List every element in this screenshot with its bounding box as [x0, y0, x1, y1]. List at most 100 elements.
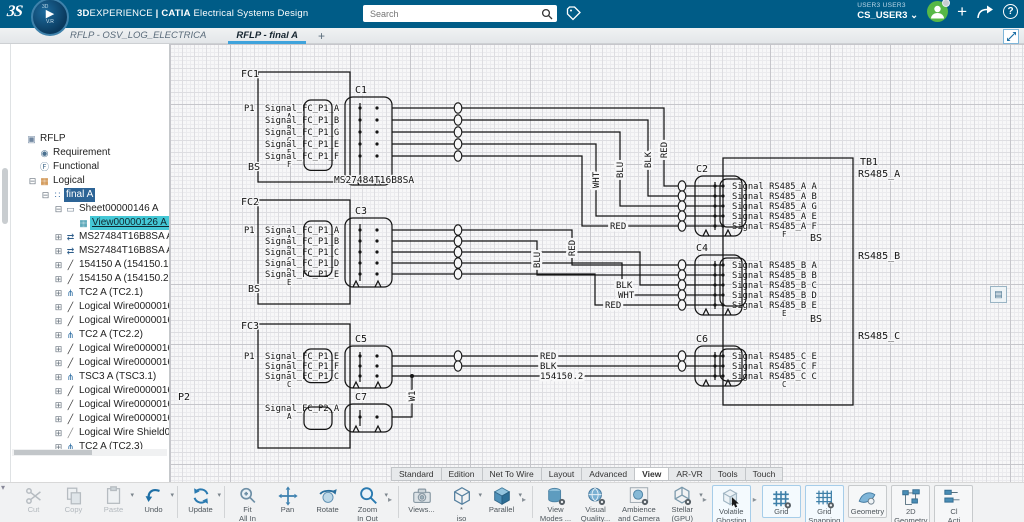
wire[interactable] [392, 263, 723, 295]
tree-item[interactable]: ⊞⇄MS27484T16B8SA A (MS27484T [12, 230, 169, 244]
tree-item[interactable]: ⊞⋔TC2 A (TC2.1) [12, 286, 169, 300]
zoom-in-out-button[interactable]: ▾ZoomIn Out [348, 485, 387, 522]
wire[interactable] [392, 144, 723, 216]
search-icon[interactable] [541, 8, 553, 20]
tree-toggle-icon[interactable]: ⊞ [53, 328, 64, 342]
workbench-tab-tools[interactable]: Tools [711, 467, 746, 481]
tree-toggle-icon[interactable]: ⊞ [53, 412, 64, 426]
tree-item[interactable]: ⊞╱154150 A (154150.2-30-BLU) [12, 272, 169, 286]
wire[interactable] [392, 252, 723, 285]
avatar[interactable] [927, 1, 948, 22]
ambience-and-camera-button[interactable]: Ambienceand Camera [616, 485, 662, 522]
tree-item[interactable]: ⊞╱Logical Wire00000165 A (TC2.2-3 [12, 342, 169, 356]
stellar-gpu-button[interactable]: ▾Stellar(GPU) [663, 485, 702, 522]
tree-item[interactable]: ⊞╱Logical Wire00000163 A (TC2.1-3 [12, 300, 169, 314]
workbench-tab-edition[interactable]: Edition [442, 467, 483, 481]
tree-toggle-icon[interactable]: ⊞ [53, 370, 64, 384]
toolbar-flyout-chevron-icon[interactable]: ▸ [388, 495, 395, 504]
tree-item[interactable]: ▣RFLP [12, 132, 169, 146]
volatile-ghosting-button[interactable]: VolatileGhosting [712, 485, 751, 522]
wire[interactable] [392, 230, 723, 265]
tree-vertical-scrollbar[interactable] [0, 44, 11, 482]
tree-horizontal-scrollbar[interactable] [12, 449, 167, 456]
tree-item[interactable]: ▦View00000126 A (View00000 [12, 216, 169, 230]
tag-icon[interactable] [565, 5, 582, 22]
fit-all-in-button[interactable]: FitAll In [228, 485, 267, 522]
copy-button[interactable]: Copy [54, 485, 93, 515]
add-content-button[interactable]: + [957, 3, 967, 20]
tree-item[interactable]: ⊞╱Logical Wire00000169 A (TSC3.1- [12, 412, 169, 426]
tree-toggle-icon[interactable]: ⊞ [53, 314, 64, 328]
user-name-block[interactable]: USER3 USER3 CS_USER3 ⌄ [857, 3, 918, 21]
tree-toggle-icon[interactable]: ⊞ [53, 300, 64, 314]
tree-item[interactable]: ⊞⋔TC2 A (TC2.2) [12, 328, 169, 342]
tree-toggle-icon[interactable]: ⊞ [53, 426, 64, 440]
tree-item[interactable]: ⊟▭Sheet00000146 A [12, 202, 169, 216]
doc-tab-final-a[interactable]: RFLP - final A [228, 28, 306, 44]
schematic-svg[interactable]: TB1RS485_ARS485_BRS485_CSignal RS485_A A… [170, 44, 1014, 482]
tree-toggle-icon[interactable]: ⊞ [53, 342, 64, 356]
schematic-canvas[interactable]: TB1RS485_ARS485_BRS485_CSignal RS485_A A… [170, 44, 1024, 482]
block-fc2[interactable]: FC2P1BSSignal_FC_P1_AASignal_FC_P1_BBSig… [241, 197, 350, 304]
paste-button[interactable]: ▾Paste [94, 485, 133, 515]
search-input[interactable] [370, 9, 541, 19]
user-menu[interactable]: CS_USER3 ⌄ [857, 11, 918, 21]
tree-item[interactable]: ⊟▦Logical [12, 174, 169, 188]
tree-toggle-icon[interactable]: ⊟ [27, 174, 38, 188]
block-fc1[interactable]: FC1P1BSSignal_FC_P1_AASignal_FC_P1_BBSig… [241, 69, 350, 182]
tree-item[interactable]: ⊞⇄MS27484T16B8SA A (C2) [12, 244, 169, 258]
canvas-mini-widget-icon[interactable]: ▤ [990, 286, 1007, 303]
toolbar-flyout-chevron-icon[interactable]: ▸ [522, 495, 529, 504]
geometry-button[interactable]: Geometry [848, 485, 887, 518]
pan-button[interactable]: Pan [268, 485, 307, 515]
tree-toggle-icon[interactable]: ⊞ [53, 244, 64, 258]
tree-item[interactable]: ⊟∷final A [12, 188, 169, 202]
parallel-button[interactable]: ▾Parallel [482, 485, 521, 515]
share-icon[interactable] [976, 4, 994, 20]
dropdown-caret-icon[interactable]: ▾ [699, 491, 703, 499]
iso-button[interactable]: ▾*iso [442, 485, 481, 522]
tree-toggle-icon[interactable]: ⊞ [53, 286, 64, 300]
block-fc3[interactable]: FC3P1Signal_FC_P1_EESignal_FC_P1_FFSigna… [241, 321, 350, 448]
workbench-tab-ar-vr[interactable]: AR-VR [669, 467, 710, 481]
collapse-action-bar-icon[interactable]: ▾ [1, 483, 5, 492]
cl-acti-button[interactable]: ClActi [934, 485, 973, 522]
views-button[interactable]: Views... [402, 485, 441, 515]
dropdown-caret-icon[interactable]: ▾ [518, 491, 522, 499]
update-button[interactable]: ▾Update [181, 485, 220, 515]
tree-item[interactable]: ⊞╱Logical Wire00000167 A (TSC3.1- [12, 384, 169, 398]
tree-toggle-icon[interactable]: ⊞ [53, 272, 64, 286]
tree-toggle-icon[interactable]: ⊟ [40, 188, 51, 202]
dropdown-caret-icon[interactable]: ▾ [170, 491, 174, 499]
visual-quality-button[interactable]: VisualQuality... [576, 485, 615, 522]
search-box[interactable] [363, 5, 557, 22]
tree-toggle-icon[interactable]: ⊞ [53, 398, 64, 412]
new-tab-button[interactable]: + [318, 29, 325, 43]
tree-item[interactable]: ⊞╱Logical Wire00000168 A (TSC3.1- [12, 398, 169, 412]
tree-toggle-icon[interactable]: ⊞ [53, 230, 64, 244]
2d-geometry-button[interactable]: 2DGeometry [891, 485, 930, 522]
wire[interactable] [392, 274, 723, 305]
wire[interactable] [392, 132, 723, 206]
rotate-button[interactable]: Rotate [308, 485, 347, 515]
view-modes-button[interactable]: ViewModes ... [536, 485, 575, 522]
wire[interactable] [392, 241, 723, 275]
workbench-tab-touch[interactable]: Touch [746, 467, 784, 481]
tree-toggle-icon[interactable]: ⊞ [53, 258, 64, 272]
tree-toggle-icon[interactable]: ⊞ [53, 384, 64, 398]
workbench-tab-view[interactable]: View [635, 467, 669, 481]
workbench-tab-advanced[interactable]: Advanced [582, 467, 635, 481]
tree-toggle-icon[interactable]: ⊟ [53, 202, 64, 216]
fullscreen-toggle-icon[interactable] [1003, 29, 1019, 44]
tree-item[interactable]: ⊞╱Logical Wire00000164 A (TC2.1-3 [12, 314, 169, 328]
tree-item[interactable]: ◉Requirement [12, 146, 169, 160]
tree-item[interactable]: ⊞╱Logical Wire00000166 A (TC2.2-3 [12, 356, 169, 370]
grid-button[interactable]: Grid [762, 485, 801, 518]
workbench-tab-net-to-wire[interactable]: Net To Wire [483, 467, 542, 481]
dropdown-caret-icon[interactable]: ▾ [384, 491, 388, 499]
workbench-tab-standard[interactable]: Standard [391, 467, 442, 481]
workbench-tab-layout[interactable]: Layout [542, 467, 583, 481]
doc-tab-osv-log-electrical[interactable]: RFLP - OSV_LOG_ELECTRICA [62, 28, 214, 44]
tb1-block[interactable]: TB1RS485_ARS485_BRS485_CSignal RS485_A A… [723, 157, 900, 405]
tree-item[interactable]: ⒻFunctional [12, 160, 169, 174]
